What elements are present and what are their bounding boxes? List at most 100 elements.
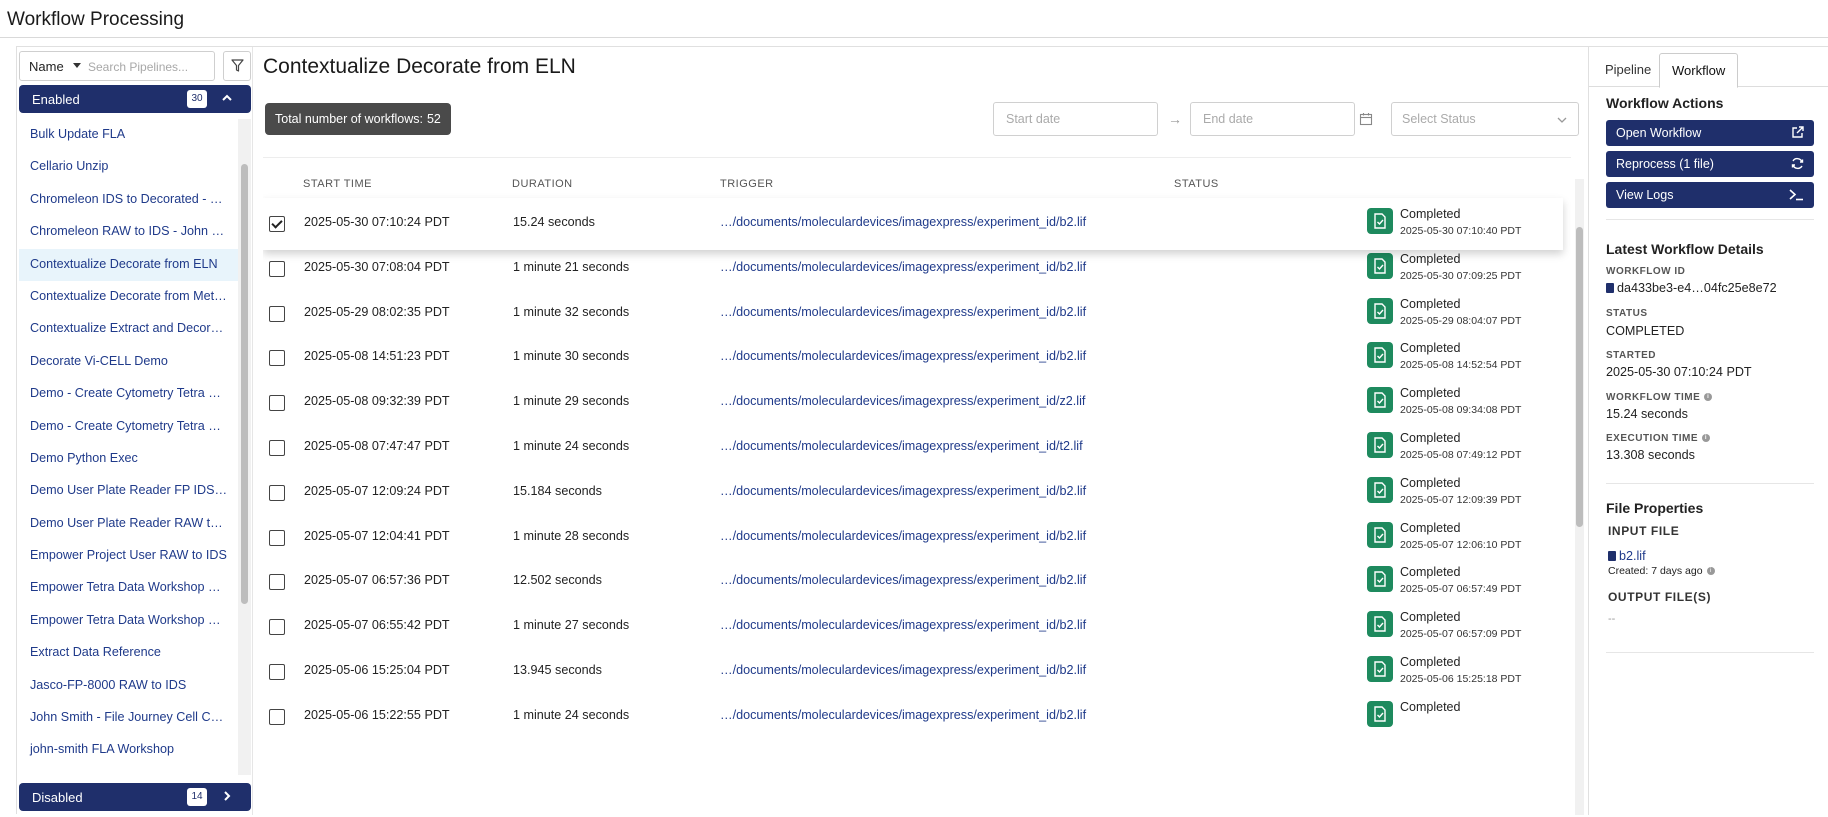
tab-workflow[interactable]: Workflow [1659, 53, 1739, 88]
sidebar-item-pipeline[interactable]: Chromeleon RAW to IDS - John Smith [19, 216, 239, 248]
search-input[interactable] [88, 57, 210, 77]
start-time-cell: 2025-05-07 12:04:41 PDT [304, 528, 450, 543]
pipeline-list: Bulk Update FLA Cellario Unzip Chromeleon … [19, 119, 239, 775]
trigger-link[interactable]: …/documents/moleculardevices/imagexpress… [720, 215, 1086, 229]
trigger-link[interactable]: …/documents/moleculardevices/imagexpress… [720, 529, 1086, 543]
enabled-group-header[interactable]: Enabled 30 [19, 85, 251, 113]
row-checkbox[interactable] [269, 395, 285, 412]
sidebar-scrollbar[interactable] [238, 119, 251, 775]
trigger-link[interactable]: …/documents/moleculardevices/imagexpress… [720, 349, 1086, 363]
details-panel: Pipeline Workflow Workflow Actions Open … [1588, 47, 1828, 815]
sidebar-item-pipeline[interactable]: Empower Tetra Data Workshop RAW to IDS [19, 572, 239, 604]
column-trigger[interactable]: TRIGGER [720, 178, 774, 190]
view-logs-button[interactable]: View Logs [1606, 182, 1814, 208]
trigger-link[interactable]: …/documents/moleculardevices/imagexpress… [720, 394, 1085, 408]
disabled-group-header[interactable]: Disabled 14 [19, 783, 251, 811]
page-title: Contextualize Decorate from ELN [263, 55, 576, 78]
filter-icon [231, 59, 244, 72]
copy-icon[interactable] [1606, 283, 1614, 293]
external-link-icon [1792, 126, 1804, 138]
status-time: 2025-05-06 15:25:18 PDT [1400, 673, 1522, 685]
trigger-link[interactable]: …/documents/moleculardevices/imagexpress… [720, 573, 1086, 587]
row-checkbox[interactable] [269, 574, 285, 591]
open-workflow-button[interactable]: Open Workflow [1606, 120, 1814, 146]
latest-details-title: Latest Workflow Details [1606, 241, 1764, 257]
tab-pipeline[interactable]: Pipeline [1593, 53, 1663, 88]
end-date-input[interactable] [1190, 102, 1355, 136]
column-start-time[interactable]: START TIME [303, 178, 372, 190]
table-row[interactable]: 2025-05-06 15:22:55 PDT 1 minute 24 secon… [263, 691, 1563, 743]
column-duration[interactable]: DURATION [512, 178, 573, 190]
trigger-link[interactable]: …/documents/moleculardevices/imagexpress… [720, 439, 1083, 453]
row-checkbox[interactable] [269, 440, 285, 456]
sidebar-item-pipeline[interactable]: Jasco-FP-8000 RAW to IDS [19, 670, 239, 702]
row-checkbox[interactable] [269, 216, 285, 232]
table-row[interactable]: 2025-05-30 07:10:24 PDT 15.24 seconds …/do… [263, 198, 1563, 250]
trigger-link[interactable]: …/documents/moleculardevices/imagexpress… [720, 618, 1086, 632]
row-checkbox[interactable] [269, 708, 285, 725]
sidebar-item-pipeline[interactable]: Demo Python Exec [19, 443, 239, 475]
row-checkbox[interactable] [269, 529, 285, 546]
status-select[interactable]: Select Status [1391, 102, 1579, 136]
info-icon[interactable]: i [1702, 434, 1711, 443]
panel-tabs: Pipeline Workflow [1589, 47, 1828, 88]
status-time: 2025-05-30 07:09:25 PDT [1400, 269, 1522, 282]
sidebar-item-pipeline[interactable]: Demo User Plate Reader RAW to IDS [19, 508, 239, 540]
sidebar-item-pipeline[interactable]: Extract Data Reference [19, 637, 239, 669]
input-file-name[interactable]: b2.lif [1619, 549, 1646, 563]
sidebar-item-pipeline[interactable]: Cellario Unzip [19, 151, 239, 183]
sidebar-item-pipeline[interactable]: Empower Tetra Data Workshop RAW to IDS 2 [19, 605, 239, 637]
sidebar-item-pipeline[interactable]: Contextualize Decorate from ELN [19, 248, 239, 281]
search-field-select[interactable]: Name [29, 59, 64, 74]
divider [1606, 652, 1814, 653]
divider [1606, 483, 1814, 484]
row-checkbox[interactable] [269, 619, 285, 636]
start-time-cell: 2025-05-07 06:55:42 PDT [304, 618, 450, 633]
calendar-icon[interactable] [1359, 112, 1373, 126]
execution-time-label: EXECUTION TIME i [1606, 433, 1711, 444]
sidebar-item-pipeline[interactable]: Empower Project User RAW to IDS [19, 540, 239, 572]
sidebar-item-pipeline[interactable]: Demo - Create Cytometry Tetra Data [19, 378, 239, 410]
sidebar-item-pipeline[interactable]: Decorate Vi-CELL Demo [19, 346, 239, 378]
trigger-link[interactable]: …/documents/moleculardevices/imagexpress… [720, 484, 1086, 498]
trigger-link[interactable]: …/documents/moleculardevices/imagexpress… [720, 663, 1086, 677]
status-time: 2025-05-07 12:09:39 PDT [1400, 493, 1522, 506]
chevron-down-icon [1557, 117, 1567, 123]
row-checkbox[interactable] [269, 484, 285, 501]
sidebar-item-pipeline[interactable]: Bulk Update FLA [19, 119, 239, 151]
row-checkbox[interactable] [269, 664, 285, 680]
sidebar-item-pipeline[interactable]: Demo User Plate Reader FP IDS to Decorat… [19, 475, 239, 507]
info-icon[interactable]: i [1704, 393, 1713, 402]
trigger-link[interactable]: …/documents/moleculardevices/imagexpress… [720, 708, 1086, 722]
pipeline-sidebar: Name Enabled 30 Bulk Update FLACellario … [17, 47, 253, 815]
caret-down-icon[interactable] [73, 63, 81, 68]
enabled-group-label: Enabled [32, 92, 80, 107]
trigger-link[interactable]: …/documents/moleculardevices/imagexpress… [720, 305, 1086, 319]
workflow-id-value[interactable]: da433be3-e4…04fc25e8e72 [1606, 281, 1777, 295]
chevron-up-icon[interactable] [220, 91, 234, 105]
row-checkbox[interactable] [269, 350, 285, 367]
sidebar-item-pipeline[interactable]: Contextualize Extract and Decorate [19, 313, 239, 345]
row-checkbox[interactable] [269, 305, 285, 322]
completed-file-icon [1367, 476, 1393, 503]
sidebar-item-pipeline[interactable]: Chromeleon IDS to Decorated - John Smith [19, 184, 239, 216]
row-checkbox[interactable] [269, 260, 285, 277]
column-status[interactable]: STATUS [1174, 178, 1219, 190]
sidebar-item-pipeline[interactable]: Contextualize Decorate from Metadata [19, 281, 239, 313]
sidebar-item-pipeline[interactable]: John Smith - File Journey Cell Counter [19, 702, 239, 734]
filter-button[interactable] [223, 51, 251, 81]
start-date-input[interactable] [993, 102, 1158, 136]
reprocess-button[interactable]: Reprocess (1 file) [1606, 151, 1814, 177]
chevron-right-icon[interactable] [220, 789, 234, 803]
input-file-link[interactable]: b2.lif [1608, 549, 1646, 563]
sidebar-item-pipeline[interactable]: Demo - Create Cytometry Tetra Data 2 [19, 411, 239, 443]
workflow-time-value: 15.24 seconds [1606, 407, 1688, 421]
sidebar-item-pipeline[interactable]: john-smith FLA Workshop [19, 734, 239, 766]
scrollbar-thumb[interactable] [241, 164, 248, 604]
duration-cell: 1 minute 24 seconds [513, 707, 630, 722]
trigger-link[interactable]: …/documents/moleculardevices/imagexpress… [720, 260, 1086, 274]
table-scrollbar[interactable] [1575, 179, 1584, 815]
scrollbar-thumb[interactable] [1576, 227, 1583, 527]
info-icon[interactable]: i [1706, 567, 1715, 576]
app-title: Workflow Processing [7, 9, 185, 30]
